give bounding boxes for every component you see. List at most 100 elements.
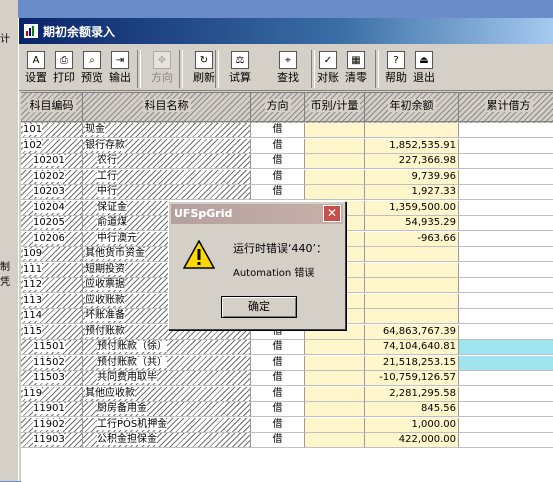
opening-balance-cell[interactable]: 74,104,640.81 <box>365 340 459 355</box>
account-code-cell[interactable]: 11503 <box>21 371 83 386</box>
account-code-cell[interactable]: 10201 <box>21 154 83 169</box>
table-row[interactable]: 11501 预付账款（徐） 借 74,104,640.81 <box>21 340 553 355</box>
direction-cell[interactable]: 借 <box>251 355 305 371</box>
opening-balance-cell[interactable]: 9,739.96 <box>365 169 459 185</box>
account-name-cell[interactable]: 预付账款（徐） <box>83 340 251 355</box>
opening-balance-cell[interactable]: 1,852,535.91 <box>365 138 459 154</box>
debit-total-cell[interactable] <box>459 324 553 340</box>
direction-cell[interactable]: 借 <box>251 185 305 200</box>
account-code-cell[interactable]: 11501 <box>21 340 83 355</box>
account-code-cell[interactable]: 113 <box>21 293 83 309</box>
account-name-cell[interactable]: 工行POS机押金 <box>83 417 251 433</box>
direction-cell[interactable]: 借 <box>251 402 305 417</box>
account-name-cell[interactable]: 共同费用取毕 <box>83 371 251 386</box>
table-row[interactable]: 10202 工行 借 9,739.96 <box>21 169 553 185</box>
direction-cell[interactable]: 借 <box>251 138 305 154</box>
col-name-header[interactable]: 科目名称 <box>83 93 251 122</box>
debit-total-cell[interactable] <box>459 278 553 293</box>
table-row[interactable]: 11903 公积金担保金 借 422,000.00 <box>21 433 553 448</box>
account-name-cell[interactable]: 厨房备用金 <box>83 402 251 417</box>
col-code-header[interactable]: 科目编码 <box>21 93 83 122</box>
account-code-cell[interactable]: 10204 <box>21 200 83 216</box>
account-name-cell[interactable]: 银行存款 <box>83 138 251 154</box>
table-row[interactable]: 102 银行存款 借 1,852,535.91 <box>21 138 553 154</box>
opening-balance-cell[interactable] <box>365 123 459 138</box>
direction-cell[interactable]: 借 <box>251 169 305 185</box>
debit-total-cell[interactable] <box>459 138 553 154</box>
col-direction-header[interactable]: 方向 <box>251 93 305 122</box>
opening-balance-cell[interactable]: 64,863,767.39 <box>365 324 459 340</box>
account-code-cell[interactable]: 10203 <box>21 185 83 200</box>
currency-cell[interactable] <box>305 417 365 433</box>
currency-cell[interactable] <box>305 138 365 154</box>
account-code-cell[interactable]: 10205 <box>21 216 83 231</box>
account-name-cell[interactable]: 农行 <box>83 154 251 169</box>
opening-balance-cell[interactable] <box>365 262 459 278</box>
opening-balance-cell[interactable] <box>365 309 459 324</box>
account-name-cell[interactable]: 其他应收款 <box>83 386 251 402</box>
opening-balance-cell[interactable]: 54,935.29 <box>365 216 459 231</box>
debit-total-cell[interactable] <box>459 402 553 417</box>
debit-total-cell[interactable] <box>459 231 553 247</box>
currency-cell[interactable] <box>305 433 365 448</box>
col-debit-header[interactable]: 累计借方 <box>459 93 553 122</box>
table-row[interactable]: 11502 预付账款（共） 借 21,518,253.15 <box>21 355 553 371</box>
trial-button[interactable]: ⚖ 试算 <box>227 49 253 89</box>
debit-total-cell[interactable] <box>459 247 553 262</box>
account-name-cell[interactable]: 中行 <box>83 185 251 200</box>
account-code-cell[interactable]: 10206 <box>21 231 83 247</box>
debit-total-cell[interactable] <box>459 185 553 200</box>
clear-button[interactable]: ▦ 清零 <box>343 49 369 89</box>
direction-cell[interactable]: 借 <box>251 340 305 355</box>
direction-cell[interactable]: 借 <box>251 371 305 386</box>
export-button[interactable]: ⇥ 输出 <box>107 49 133 89</box>
table-row[interactable]: 11902 工行POS机押金 借 1,000.00 <box>21 417 553 433</box>
opening-balance-cell[interactable]: 1,927.33 <box>365 185 459 200</box>
direction-cell[interactable]: 借 <box>251 433 305 448</box>
table-row[interactable]: 101 现金 借 <box>21 123 553 138</box>
account-code-cell[interactable]: 11901 <box>21 402 83 417</box>
direction-cell[interactable]: 借 <box>251 386 305 402</box>
debit-total-cell[interactable] <box>459 340 553 355</box>
find-button[interactable]: ⌖ 查找 <box>275 49 301 89</box>
account-name-cell[interactable]: 现金 <box>83 123 251 138</box>
table-row[interactable]: 119 其他应收款 借 2,281,295.58 <box>21 386 553 402</box>
opening-balance-cell[interactable] <box>365 293 459 309</box>
direction-cell[interactable]: 借 <box>251 154 305 169</box>
window-titlebar[interactable]: 期初余额录入 <box>19 18 553 44</box>
opening-balance-cell[interactable]: 21,518,253.15 <box>365 355 459 371</box>
account-code-cell[interactable]: 11502 <box>21 355 83 371</box>
account-code-cell[interactable]: 109 <box>21 247 83 262</box>
table-row[interactable]: 11503 共同费用取毕 借 -10,759,126.57 <box>21 371 553 386</box>
debit-total-cell[interactable] <box>459 386 553 402</box>
account-code-cell[interactable]: 11902 <box>21 417 83 433</box>
debit-total-cell[interactable] <box>459 216 553 231</box>
debit-total-cell[interactable] <box>459 309 553 324</box>
currency-cell[interactable] <box>305 123 365 138</box>
direction-cell[interactable]: 借 <box>251 123 305 138</box>
currency-cell[interactable] <box>305 169 365 185</box>
opening-balance-cell[interactable] <box>365 278 459 293</box>
exit-button[interactable]: ⏏ 退出 <box>411 49 437 89</box>
debit-total-cell[interactable] <box>459 371 553 386</box>
col-currency-header[interactable]: 币别/计量 <box>305 93 365 122</box>
debit-total-cell[interactable] <box>459 293 553 309</box>
currency-cell[interactable] <box>305 386 365 402</box>
refresh-button[interactable]: ↻ 刷新 <box>191 49 217 89</box>
account-code-cell[interactable]: 11903 <box>21 433 83 448</box>
debit-total-cell[interactable] <box>459 262 553 278</box>
account-code-cell[interactable]: 10202 <box>21 169 83 185</box>
account-code-cell[interactable]: 119 <box>21 386 83 402</box>
account-code-cell[interactable]: 115 <box>21 324 83 340</box>
opening-balance-cell[interactable]: 227,366.98 <box>365 154 459 169</box>
opening-balance-cell[interactable]: 845.56 <box>365 402 459 417</box>
debit-total-cell[interactable] <box>459 433 553 448</box>
debit-total-cell[interactable] <box>459 154 553 169</box>
opening-balance-cell[interactable]: 2,281,295.58 <box>365 386 459 402</box>
debit-total-cell[interactable] <box>459 169 553 185</box>
currency-cell[interactable] <box>305 154 365 169</box>
account-name-cell[interactable]: 预付账款（共） <box>83 355 251 371</box>
currency-cell[interactable] <box>305 355 365 371</box>
currency-cell[interactable] <box>305 371 365 386</box>
account-code-cell[interactable]: 102 <box>21 138 83 154</box>
